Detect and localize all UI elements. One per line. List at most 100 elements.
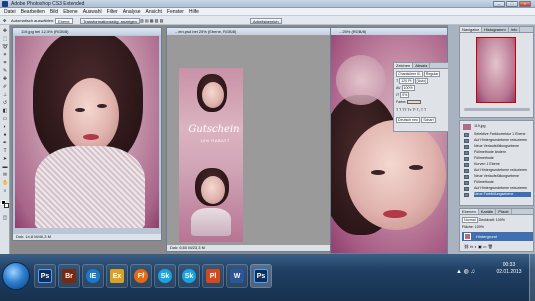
brush-tool-icon[interactable]: ✐	[2, 84, 8, 90]
pen-tool-icon[interactable]: ✒	[2, 140, 8, 146]
history-item[interactable]: Neue Verlaufsfüllungsebene	[474, 144, 531, 149]
zoom-slider[interactable]	[464, 108, 530, 111]
leading-field[interactable]: (Auto)	[414, 78, 429, 84]
clock[interactable]: 00:33 02.01.2013	[488, 262, 530, 276]
tracking-field[interactable]: 100%	[401, 85, 415, 91]
marquee-tool-icon[interactable]: ⬚	[2, 36, 8, 42]
move-tool-icon[interactable]: ✥	[2, 28, 8, 34]
notes-tool-icon[interactable]: ✉	[2, 172, 8, 178]
menu-datei[interactable]: Datei	[4, 9, 16, 15]
font-family-select[interactable]: Chanticleer Ill.	[396, 71, 423, 77]
menu-fenster[interactable]: Fenster	[167, 9, 184, 15]
document-tab[interactable]: ...25% (RGB/8)	[331, 28, 447, 35]
text-color-swatch[interactable]	[407, 100, 422, 105]
tab-pfade[interactable]: Pfade	[496, 209, 512, 214]
history-brush-icon[interactable]: ↺	[2, 100, 8, 106]
history-item[interactable]: Füllmethode ändern	[474, 150, 531, 155]
history-item[interactable]: Kurven 1 Ebene	[474, 162, 531, 167]
menu-filter[interactable]: Filter	[107, 9, 118, 15]
taskbar-photoshop-active[interactable]: Ps	[250, 264, 272, 288]
taskbar-skype[interactable]: Sk	[154, 264, 176, 288]
shape-tool-icon[interactable]: ▬	[2, 164, 8, 170]
menu-ansicht[interactable]: Ansicht	[146, 9, 162, 15]
taskbar-skype-2[interactable]: Sk	[178, 264, 200, 288]
tab-histogramm[interactable]: Histogramm	[482, 27, 509, 32]
font-style-select[interactable]: Regular	[423, 71, 441, 77]
tab-zeichen[interactable]: Zeichen	[394, 63, 414, 68]
menu-ebene[interactable]: Ebene	[63, 9, 77, 15]
history-item[interactable]: Auf Hintergrundebene reduzieren	[474, 138, 531, 143]
align-icons[interactable]: ▥ ▤ ▦ ▧ ▨	[140, 18, 163, 24]
magic-wand-icon[interactable]: ✶	[2, 52, 8, 58]
layer-row-selected[interactable]	[462, 232, 533, 241]
taskbar-photoshop[interactable]: Ps	[34, 264, 56, 288]
tray-icons[interactable]: ▲ ◍ ♫	[456, 268, 475, 275]
start-button[interactable]	[2, 262, 30, 290]
blend-mode-select[interactable]: Normal	[462, 217, 478, 223]
taskbar-browser[interactable]: IE	[82, 264, 104, 288]
close-button[interactable]: ×	[519, 1, 531, 7]
eyedropper-tool-icon[interactable]: ✎	[2, 68, 8, 74]
tab-kanaele[interactable]: Kanäle	[479, 209, 497, 214]
blur-tool-icon[interactable]: ◐	[2, 124, 8, 130]
navigator-thumbnail[interactable]	[476, 37, 516, 103]
document-tab[interactable]: 119.jpg bei 12,5% (RGB/8)	[13, 28, 161, 35]
history-item[interactable]: Füllmethode	[474, 180, 531, 185]
history-item[interactable]: Auf Hintergrundebene reduzieren	[474, 186, 531, 191]
maximize-button[interactable]: □	[506, 1, 518, 7]
zoom-tool-icon[interactable]: ⌕	[2, 188, 8, 194]
language-select[interactable]: Deutsch neu	[396, 117, 421, 123]
history-item[interactable]: Selektive Farbkorrektur 1 Ebene	[474, 132, 531, 137]
minimize-button[interactable]: –	[493, 1, 505, 7]
document-window-portrait[interactable]: 119.jpg bei 12,5% (RGB/8) Dok: 14,8 M/40…	[12, 27, 162, 241]
history-doc-name[interactable]: 119.jpg	[474, 124, 531, 129]
history-item[interactable]: Auf Hintergrundebene reduzieren	[474, 168, 531, 173]
antialias-select[interactable]: Scharf	[421, 117, 436, 123]
auto-select-label[interactable]: Automatisch auswählen:	[11, 18, 54, 24]
crop-tool-icon[interactable]: ⌗	[2, 60, 8, 66]
history-item-selected[interactable]: Neue Farbfüllungsebene	[474, 192, 531, 197]
menu-hilfe[interactable]: Hilfe	[189, 9, 199, 15]
menu-analyse[interactable]: Analyse	[123, 9, 141, 15]
document-window-voucher[interactable]: ...ein.psd bei 25% (Ebene, RGB/8) Gutsch…	[166, 27, 331, 252]
menu-bearbeiten[interactable]: Bearbeiten	[21, 9, 45, 15]
healing-brush-icon[interactable]: ✚	[2, 76, 8, 82]
layer-bottom-icons[interactable]: ⛓ fx ◐ ▣ ▭ 🗑	[464, 244, 493, 249]
menu-auswahl[interactable]: Auswahl	[83, 9, 102, 15]
auto-select-dropdown[interactable]: Ebene	[55, 18, 73, 24]
tab-navigator[interactable]: Navigator	[460, 27, 483, 32]
taskbar-bridge[interactable]: Br	[58, 264, 80, 288]
type-tool-icon[interactable]: T	[2, 148, 8, 154]
move-tool-icon[interactable]: ✥	[3, 18, 6, 24]
taskbar-player[interactable]: Pl	[202, 264, 224, 288]
taskbar-firefox[interactable]: Ff	[130, 264, 152, 288]
taskbar-word[interactable]: W	[226, 264, 248, 288]
quickmask-icon[interactable]: ◫	[2, 215, 8, 221]
menu-bild[interactable]: Bild	[50, 9, 58, 15]
opacity-field[interactable]: Deckkraft: 100%	[479, 218, 505, 222]
portrait-photo-canvas[interactable]	[15, 36, 159, 228]
path-select-icon[interactable]: ➤	[2, 156, 8, 162]
dodge-tool-icon[interactable]: ●	[2, 132, 8, 138]
font-size-field[interactable]: 120 Pt	[399, 78, 414, 84]
scale-field[interactable]: 0%	[400, 92, 410, 98]
eraser-tool-icon[interactable]: ◧	[2, 108, 8, 114]
hand-tool-icon[interactable]: ✋	[2, 180, 8, 186]
gradient-tool-icon[interactable]: ▭	[2, 116, 8, 122]
text-style-icons[interactable]: T T TT Tт T¹ T₁ T T	[396, 108, 426, 112]
stamp-tool-icon[interactable]: ⊥	[2, 92, 8, 98]
taskbar-explorer[interactable]: Ex	[106, 264, 128, 288]
transform-controls-checkbox[interactable]: Transformationsstrg. anzeigen	[80, 18, 140, 24]
background-color-swatch[interactable]	[4, 203, 9, 208]
voucher-canvas[interactable]: Gutschein 10% RABATT	[179, 68, 243, 242]
workspace-dropdown[interactable]: Arbeitsbereich	[250, 18, 282, 24]
history-item[interactable]: Neue Verlaufsfüllungsebene	[474, 174, 531, 179]
tab-absatz[interactable]: Absatz	[413, 63, 431, 68]
fill-field[interactable]: Fläche: 100%	[462, 225, 484, 229]
tab-info[interactable]: Info	[509, 27, 521, 32]
history-item[interactable]: Füllmethode	[474, 156, 531, 161]
tab-ebenen[interactable]: Ebenen	[460, 209, 479, 214]
lasso-tool-icon[interactable]: ➰	[2, 44, 8, 50]
document-tab[interactable]: ...ein.psd bei 25% (Ebene, RGB/8)	[167, 28, 330, 35]
color-row: Farbe:	[396, 99, 446, 105]
